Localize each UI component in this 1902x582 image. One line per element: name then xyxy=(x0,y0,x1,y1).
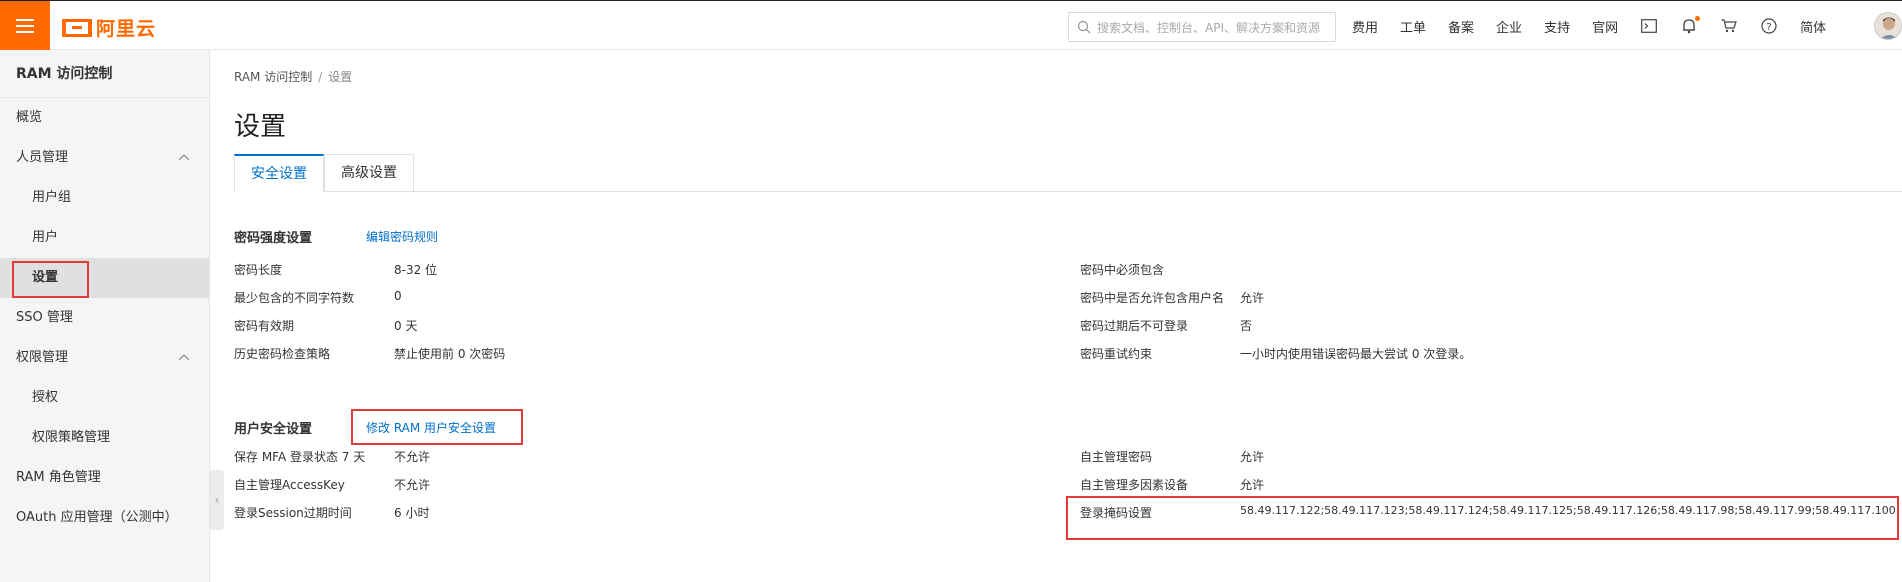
nav-billing[interactable]: 费用 xyxy=(1352,17,1378,36)
logo-mark-icon xyxy=(62,18,92,37)
bell-icon[interactable] xyxy=(1680,16,1701,35)
row-label: 密码过期后不可登录 xyxy=(1080,319,1189,333)
breadcrumb-root[interactable]: RAM 访问控制 xyxy=(234,70,312,84)
row-value: 0 天 xyxy=(394,319,418,333)
sidebar-item-label: SSO 管理 xyxy=(16,310,73,325)
row-label: 保存 MFA 登录状态 7 天 xyxy=(234,450,366,464)
language-switch[interactable]: 简体 xyxy=(1800,17,1826,36)
row-label: 登录Session过期时间 xyxy=(234,506,352,520)
nav-enterprise[interactable]: 企业 xyxy=(1496,17,1522,36)
sidebar-item-settings[interactable]: 设置 xyxy=(0,258,209,298)
top-nav: 费用 工单 备案 企业 支持 官网 ? 简体 xyxy=(1352,1,1848,51)
sidebar-item-oauth[interactable]: OAuth 应用管理（公测中） xyxy=(0,498,209,538)
sidebar-item-label: 设置 xyxy=(32,270,59,285)
nav-support[interactable]: 支持 xyxy=(1544,17,1570,36)
sidebar-title: RAM 访问控制 xyxy=(0,50,209,98)
sidebar-item-sso[interactable]: SSO 管理 xyxy=(0,298,209,338)
sidebar-item-label: 授权 xyxy=(32,390,59,405)
search-input[interactable]: 搜索文档、控制台、API、解决方案和资源 xyxy=(1068,12,1336,42)
chevron-up-icon xyxy=(178,154,190,161)
row-label: 密码有效期 xyxy=(234,319,295,333)
sidebar-item-label: 权限策略管理 xyxy=(32,430,111,445)
tab-advanced-settings[interactable]: 高级设置 xyxy=(324,154,414,192)
tabs: 安全设置 高级设置 xyxy=(234,154,1902,192)
sidebar-item-label: RAM 角色管理 xyxy=(16,470,101,485)
sidebar-item-policies[interactable]: 权限策略管理 xyxy=(0,418,209,458)
page-title: 设置 xyxy=(234,112,287,142)
row-value: 允许 xyxy=(1240,450,1265,464)
sidebar-item-label: 用户 xyxy=(32,230,59,245)
row-value: 否 xyxy=(1240,319,1253,333)
sidebar-item-users[interactable]: 用户 xyxy=(0,218,209,258)
sidebar-item-overview[interactable]: 概览 xyxy=(0,98,209,138)
sidebar-item-label: 人员管理 xyxy=(16,150,69,165)
sidebar-item-label: OAuth 应用管理（公测中） xyxy=(16,510,178,525)
nav-tickets[interactable]: 工单 xyxy=(1400,17,1426,36)
cart-icon[interactable] xyxy=(1720,17,1738,35)
row-value: 8-32 位 xyxy=(394,263,438,277)
sidebar-item-label: 权限管理 xyxy=(16,350,69,365)
search-placeholder: 搜索文档、控制台、API、解决方案和资源 xyxy=(1097,20,1320,35)
edit-user-security-link[interactable]: 修改 RAM 用户安全设置 xyxy=(366,419,496,436)
row-label: 密码重试约束 xyxy=(1080,347,1153,361)
row-label: 最少包含的不同字符数 xyxy=(234,291,355,305)
sidebar-item-grants[interactable]: 授权 xyxy=(0,378,209,418)
row-label: 自主管理AccessKey xyxy=(234,478,345,492)
avatar[interactable] xyxy=(1874,12,1902,40)
row-value: 允许 xyxy=(1240,291,1265,305)
logo-text: 阿里云 xyxy=(96,18,157,40)
sidebar-item-groups[interactable]: 用户组 xyxy=(0,178,209,218)
row-value: 允许 xyxy=(1240,478,1265,492)
menu-button[interactable] xyxy=(0,1,50,51)
terminal-icon[interactable] xyxy=(1640,17,1658,35)
row-label: 密码中是否允许包含用户名 xyxy=(1080,291,1225,305)
row-label: 自主管理多因素设备 xyxy=(1080,478,1189,492)
sidebar-item-identities[interactable]: 人员管理 xyxy=(0,138,209,178)
row-value: 不允许 xyxy=(394,478,431,492)
breadcrumb: RAM 访问控制 / 设置 xyxy=(234,68,352,85)
search-icon xyxy=(1077,20,1091,34)
sidebar-item-permissions[interactable]: 权限管理 xyxy=(0,338,209,378)
row-value: 0 xyxy=(394,289,402,303)
chevron-up-icon xyxy=(178,354,190,361)
sidebar-item-roles[interactable]: RAM 角色管理 xyxy=(0,458,209,498)
row-value: 一小时内使用错误密码最大尝试 0 次登录。 xyxy=(1240,347,1472,361)
top-bar: 阿里云 搜索文档、控制台、API、解决方案和资源 费用 工单 备案 企业 支持 … xyxy=(0,0,1902,51)
row-label: 登录掩码设置 xyxy=(1080,506,1153,520)
hamburger-icon xyxy=(16,19,34,33)
main-content: RAM 访问控制 / 设置 设置 安全设置 高级设置 密码强度设置 编辑密码规则 密… xyxy=(210,50,1902,582)
login-mask-value: 58.49.117.122;58.49.117.123;58.49.117.12… xyxy=(1240,504,1896,517)
sidebar: RAM 访问控制 概览 人员管理 用户组 用户 设置 SSO 管理 权限管理 授… xyxy=(0,50,210,582)
aliyun-logo[interactable]: 阿里云 xyxy=(62,14,156,41)
row-label: 密码中必须包含 xyxy=(1080,263,1165,277)
row-label: 历史密码检查策略 xyxy=(234,347,331,361)
breadcrumb-current: 设置 xyxy=(328,70,353,84)
user-security-section-title: 用户安全设置 xyxy=(234,422,313,437)
notification-dot xyxy=(1695,16,1701,21)
password-section-title: 密码强度设置 xyxy=(234,231,313,246)
svg-text:?: ? xyxy=(1766,22,1771,33)
row-label: 自主管理密码 xyxy=(1080,450,1153,464)
row-value: 不允许 xyxy=(394,450,431,464)
sidebar-item-label: 用户组 xyxy=(32,190,72,205)
sidebar-item-label: 概览 xyxy=(16,110,43,125)
tab-security-settings[interactable]: 安全设置 xyxy=(234,154,324,192)
nav-icp[interactable]: 备案 xyxy=(1448,17,1474,36)
row-value: 6 小时 xyxy=(394,506,430,520)
edit-password-rules-link[interactable]: 编辑密码规则 xyxy=(366,228,438,245)
row-label: 密码长度 xyxy=(234,263,283,277)
breadcrumb-separator: / xyxy=(318,70,323,84)
row-value: 禁止使用前 0 次密码 xyxy=(394,347,506,361)
help-icon[interactable]: ? xyxy=(1760,17,1778,35)
nav-official-site[interactable]: 官网 xyxy=(1592,17,1618,36)
